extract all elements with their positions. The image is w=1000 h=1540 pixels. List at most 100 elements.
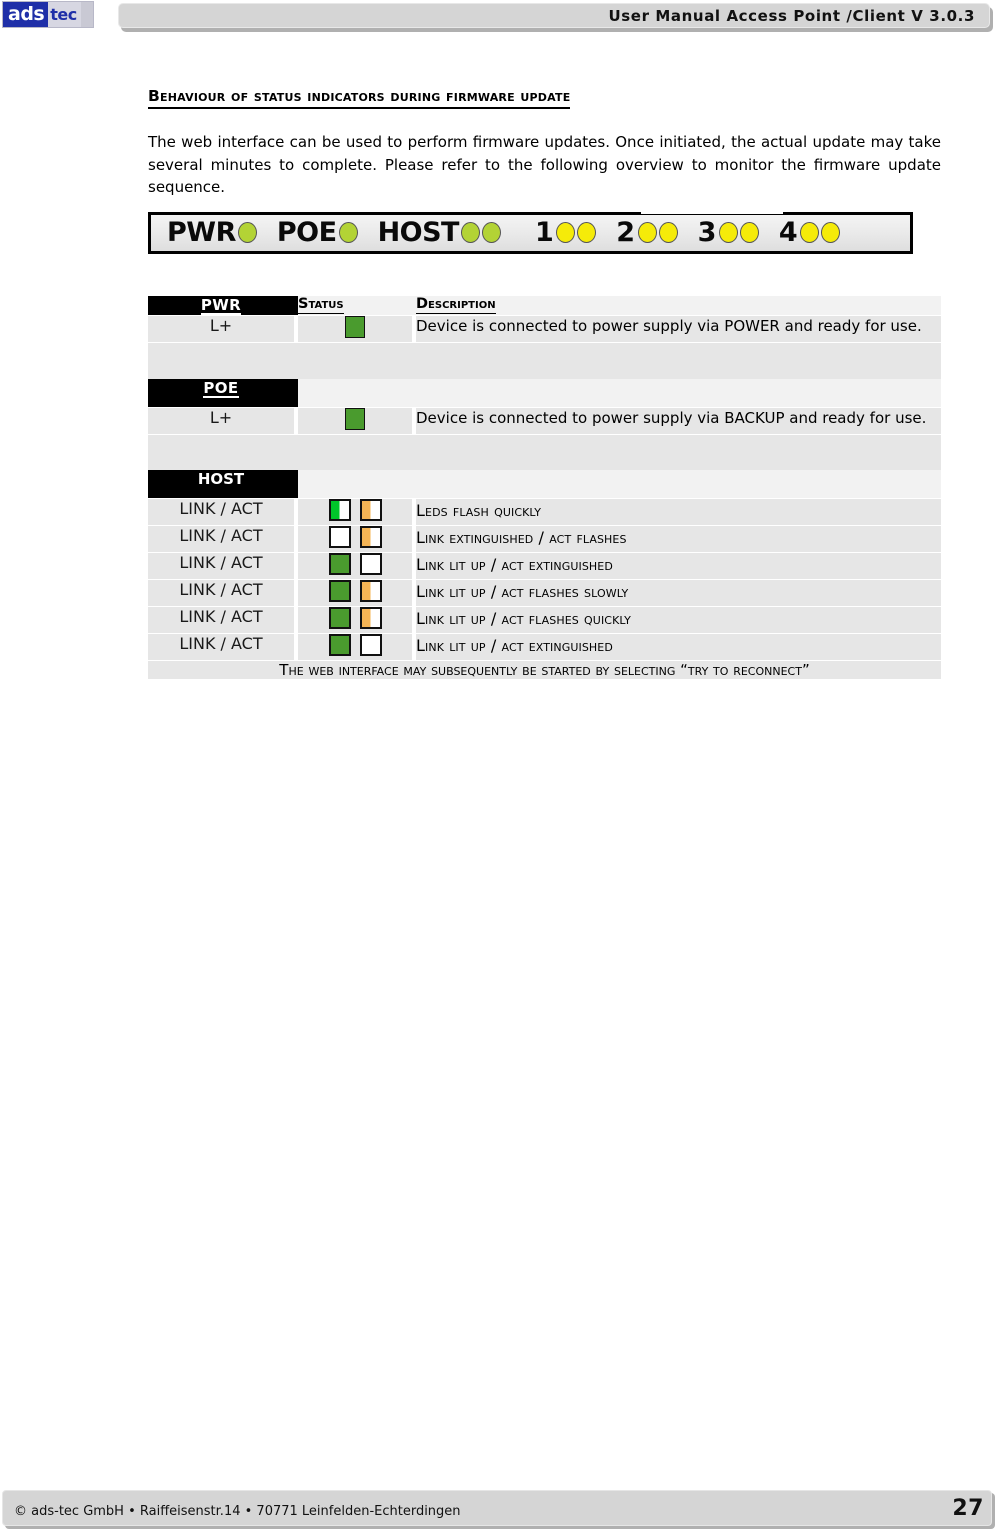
status-swatch-act-flashing-icon — [359, 580, 382, 603]
led-indicator-port-3-b — [739, 222, 759, 244]
led-indicator-port-1-b — [577, 222, 597, 244]
led-label-port-1: 1 — [534, 217, 554, 249]
status-swatch-group — [328, 607, 382, 630]
led-panel-border-gap — [641, 207, 783, 214]
table-row: L+ Device is connected to power supply v… — [148, 406, 941, 435]
table-section-separator — [148, 342, 941, 379]
table-note: The web interface may subsequently be st… — [148, 660, 941, 680]
led-group-poe: POE — [277, 219, 358, 246]
section-header-host: HOST — [148, 470, 294, 499]
section-header-host-label: HOST — [197, 470, 245, 489]
led-group-port-4: 4 — [778, 217, 841, 249]
row-description: LINK lit up / ACT extinguished — [416, 633, 941, 661]
row-name: LINK / ACT — [148, 579, 294, 607]
led-group-port-2: 2 — [616, 217, 678, 249]
table-row: LINK / ACT LINK lit up / ACT extinguishe… — [148, 552, 941, 580]
status-swatch-link-on-icon — [328, 607, 351, 630]
table-section-separator — [148, 433, 941, 471]
row-description: LINK extinguished / Act flashes — [416, 525, 941, 553]
table-section-header-pwr: PWR Status Description — [148, 295, 941, 316]
row-status — [298, 525, 412, 553]
row-name: L+ — [148, 406, 294, 435]
led-indicator-pwr-1 — [237, 222, 257, 244]
status-swatch-act-flashing-icon — [359, 499, 382, 522]
status-swatch-group — [328, 553, 382, 576]
status-swatch-green-icon — [345, 316, 365, 339]
row-description: Device is connected to power supply via … — [416, 406, 941, 435]
column-header-status-empty — [298, 470, 412, 499]
status-swatch-group — [328, 580, 382, 603]
logo-text-tec: tec — [48, 2, 81, 27]
separator-cell — [148, 342, 294, 379]
status-swatch-group — [345, 316, 365, 339]
table-row: LINK / ACT LINK extinguished / Act flash… — [148, 525, 941, 553]
column-header-description: Description — [416, 295, 941, 316]
status-swatch-link-flashing-icon — [328, 499, 351, 522]
row-status — [298, 406, 412, 435]
status-swatch-group — [328, 499, 382, 522]
row-status — [298, 633, 412, 661]
separator-cell — [416, 342, 941, 379]
led-label-port-2: 2 — [616, 217, 635, 249]
section-header-poe-label: POE — [203, 378, 239, 399]
led-indicator-host-1 — [460, 222, 480, 244]
row-name: L+ — [148, 315, 294, 343]
led-label-pwr: PWR — [167, 217, 236, 249]
section-paragraph: The web interface can be used to perform… — [148, 133, 941, 196]
led-label-port-3: 3 — [697, 217, 717, 249]
status-swatch-act-off-icon — [359, 553, 382, 576]
row-description: LINK lit up / ACT flashes quickly — [416, 606, 941, 634]
row-name: LINK / ACT — [148, 498, 294, 526]
status-swatch-act-flashing-icon — [359, 607, 382, 630]
table-section-header-poe: POE — [148, 378, 941, 408]
status-swatch-link-off-icon — [328, 526, 351, 549]
led-panel: PWR POE HOST 1 2 3 4 — [148, 211, 913, 254]
led-group-port-3: 3 — [698, 219, 759, 246]
status-swatch-link-on-icon — [328, 553, 351, 576]
led-group-port-1: 1 — [534, 217, 597, 249]
column-header-status-empty — [298, 378, 412, 408]
led-indicator-port-2-b — [658, 222, 678, 244]
column-header-status: Status — [298, 295, 412, 316]
led-indicator-poe-1 — [338, 222, 358, 244]
led-group-pwr: PWR — [167, 219, 257, 246]
status-swatch-link-on-icon — [328, 634, 351, 657]
led-indicator-port-3-a — [718, 222, 738, 244]
row-description: LEDs flash quickly — [416, 498, 941, 526]
row-status — [298, 552, 412, 580]
table-section-header-host: HOST — [148, 470, 941, 499]
header-title-bar: User Manual Access Point /Client V 3.0.3 — [118, 3, 990, 28]
section-heading: Behaviour of Status Indicators during Fi… — [148, 87, 571, 110]
column-header-status-label: Status — [298, 295, 344, 314]
status-swatch-group — [328, 526, 382, 549]
led-indicator-port-1-a — [556, 222, 576, 244]
page-content: Behaviour of Status Indicators during Fi… — [148, 86, 941, 680]
status-swatch-green-icon — [345, 407, 365, 430]
page-footer: © ads-tec GmbH • Raiffeisenstr.14 • 7077… — [0, 1484, 1000, 1540]
led-indicator-port-2-a — [637, 222, 657, 244]
page-header: ads tec User Manual Access Point /Client… — [0, 0, 1000, 44]
led-indicator-port-4-b — [821, 222, 841, 244]
led-indicator-port-4-a — [800, 222, 820, 244]
row-name: LINK / ACT — [148, 633, 294, 661]
table-row: LINK / ACT LINK lit up / ACT flashes slo… — [148, 579, 941, 607]
led-group-host: HOST — [378, 219, 501, 246]
separator-cell — [148, 433, 294, 471]
led-label-host: HOST — [377, 217, 460, 249]
section-header-pwr: PWR — [148, 295, 294, 316]
column-header-description-empty — [416, 378, 941, 408]
status-swatch-link-on-icon — [328, 580, 351, 603]
column-header-description-empty — [416, 470, 941, 499]
table-row: LINK / ACT LINK lit up / ACT extinguishe… — [148, 633, 941, 661]
status-indicator-table: PWR Status Description L+ Device is conn… — [148, 295, 941, 680]
row-status — [298, 315, 412, 343]
row-name: LINK / ACT — [148, 552, 294, 580]
logo-text-ads: ads — [3, 2, 49, 27]
led-label-port-4: 4 — [778, 217, 798, 249]
led-label-poe: POE — [276, 217, 337, 249]
table-row: LINK / ACT LEDs flash quickly — [148, 498, 941, 526]
row-status — [298, 606, 412, 634]
row-status — [298, 579, 412, 607]
led-indicator-host-2 — [481, 222, 501, 244]
row-name: LINK / ACT — [148, 606, 294, 634]
